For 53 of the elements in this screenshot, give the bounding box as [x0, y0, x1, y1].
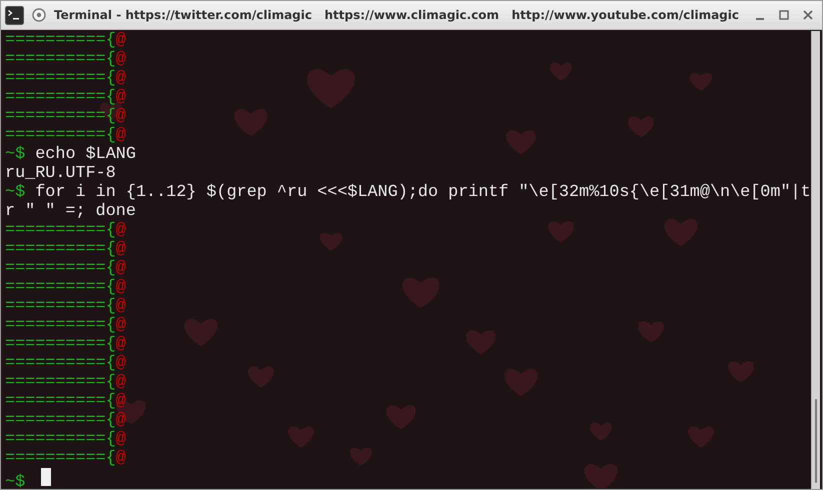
window-title: Terminal - https://twitter.com/climagic https://www.climagic.com http://www.youtube.com/climagic: [54, 7, 739, 24]
output-text: @: [116, 240, 126, 259]
output-text: @: [116, 354, 126, 373]
output-text: @: [116, 278, 126, 297]
output-text: =========={: [5, 411, 116, 430]
output-text: ru_RU.UTF-8: [5, 164, 116, 183]
prompt-text: ~$: [5, 473, 26, 490]
output-text: =========={: [5, 430, 116, 449]
output-text: @: [116, 335, 126, 354]
maximize-icon: [779, 10, 789, 20]
output-text: =========={: [5, 240, 116, 259]
command-text: echo $LANG: [35, 145, 136, 164]
output-text: =========={: [5, 88, 116, 107]
output-text: =========={: [5, 297, 116, 316]
output-text: =========={: [5, 31, 116, 50]
output-text: @: [116, 411, 126, 430]
output-text: =========={: [5, 259, 116, 278]
output-text: @: [116, 126, 126, 145]
prompt-text: ~$: [5, 145, 26, 164]
output-text: =========={: [5, 316, 116, 335]
output-text: =========={: [5, 126, 116, 145]
terminal-icon[interactable]: [5, 6, 24, 24]
output-text: @: [116, 430, 126, 449]
output-text: r " " =; done: [5, 202, 136, 221]
output-text: =========={: [5, 107, 116, 126]
output-text: =========={: [5, 373, 116, 392]
output-text: @: [116, 316, 126, 335]
command-text: for i in {1..12} $(grep ^ru <<<$LANG);do printf "\e[32m%10s{\e[31m@\n\e[0m"|t: [35, 183, 811, 202]
output-text: =========={: [5, 392, 116, 411]
close-icon: [803, 10, 813, 20]
output-text: @: [116, 392, 126, 411]
prompt-text: ~$: [5, 183, 26, 202]
output-text: @: [116, 221, 126, 240]
output-text: @: [116, 449, 126, 468]
output-text: =========={: [5, 221, 116, 240]
output-text: @: [116, 88, 126, 107]
output-text: @: [116, 107, 126, 126]
output-text: =========={: [5, 50, 116, 69]
output-text: @: [116, 50, 126, 69]
output-text: =========={: [5, 354, 116, 373]
output-text: @: [116, 69, 126, 88]
output-text: @: [116, 31, 126, 50]
scrollbar-thumb[interactable]: [814, 399, 817, 483]
scrollbar[interactable]: [810, 31, 820, 489]
output-text: =========={: [5, 278, 116, 297]
output-text: =========={: [5, 449, 116, 468]
output-text: =========={: [5, 335, 116, 354]
output-text: =========={: [5, 69, 116, 88]
output-text: @: [116, 373, 126, 392]
minimize-icon: [756, 18, 764, 20]
output-text: @: [116, 297, 126, 316]
pin-icon[interactable]: [32, 8, 46, 22]
output-text: @: [116, 259, 126, 278]
